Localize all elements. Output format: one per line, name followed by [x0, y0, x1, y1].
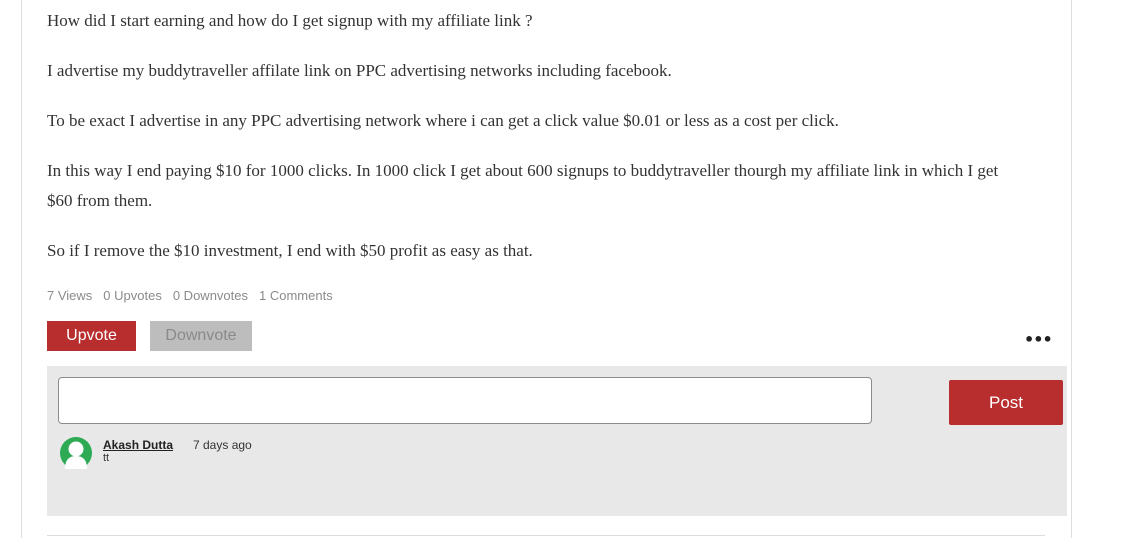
comment-author-link[interactable]: Akash Dutta	[103, 438, 173, 452]
post-paragraph: So if I remove the $10 investment, I end…	[47, 241, 533, 260]
comment-panel: Post Akash Dutta 7 days ago tt	[47, 366, 1067, 516]
left-border	[21, 0, 22, 538]
post-paragraph: In this way I end paying $10 for 1000 cl…	[47, 161, 999, 210]
post-stats: 7 Views 0 Upvotes 0 Downvotes 1 Comments	[47, 288, 344, 303]
downvote-button[interactable]: Downvote	[150, 321, 252, 351]
answer-page: How did I start earning and how do I get…	[0, 0, 1140, 538]
right-border	[1071, 0, 1072, 538]
comments-count: 1 Comments	[259, 288, 333, 303]
more-options-icon[interactable]: •••	[1024, 330, 1053, 349]
upvote-button[interactable]: Upvote	[47, 321, 136, 351]
bottom-divider	[47, 535, 1045, 536]
user-avatar-icon	[60, 437, 92, 469]
post-paragraph: How did I start earning and how do I get…	[47, 11, 533, 30]
upvotes-count: 0 Upvotes	[103, 288, 162, 303]
post-paragraph: I advertise my buddytraveller affilate l…	[47, 61, 672, 80]
views-count: 7 Views	[47, 288, 93, 303]
comment-input[interactable]	[58, 377, 872, 424]
downvotes-count: 0 Downvotes	[172, 288, 248, 303]
comment-text: tt	[103, 452, 110, 464]
post-comment-button[interactable]: Post	[949, 380, 1063, 425]
comment-timestamp: 7 days ago	[193, 438, 252, 452]
post-paragraph: To be exact I advertise in any PPC adver…	[47, 111, 839, 130]
